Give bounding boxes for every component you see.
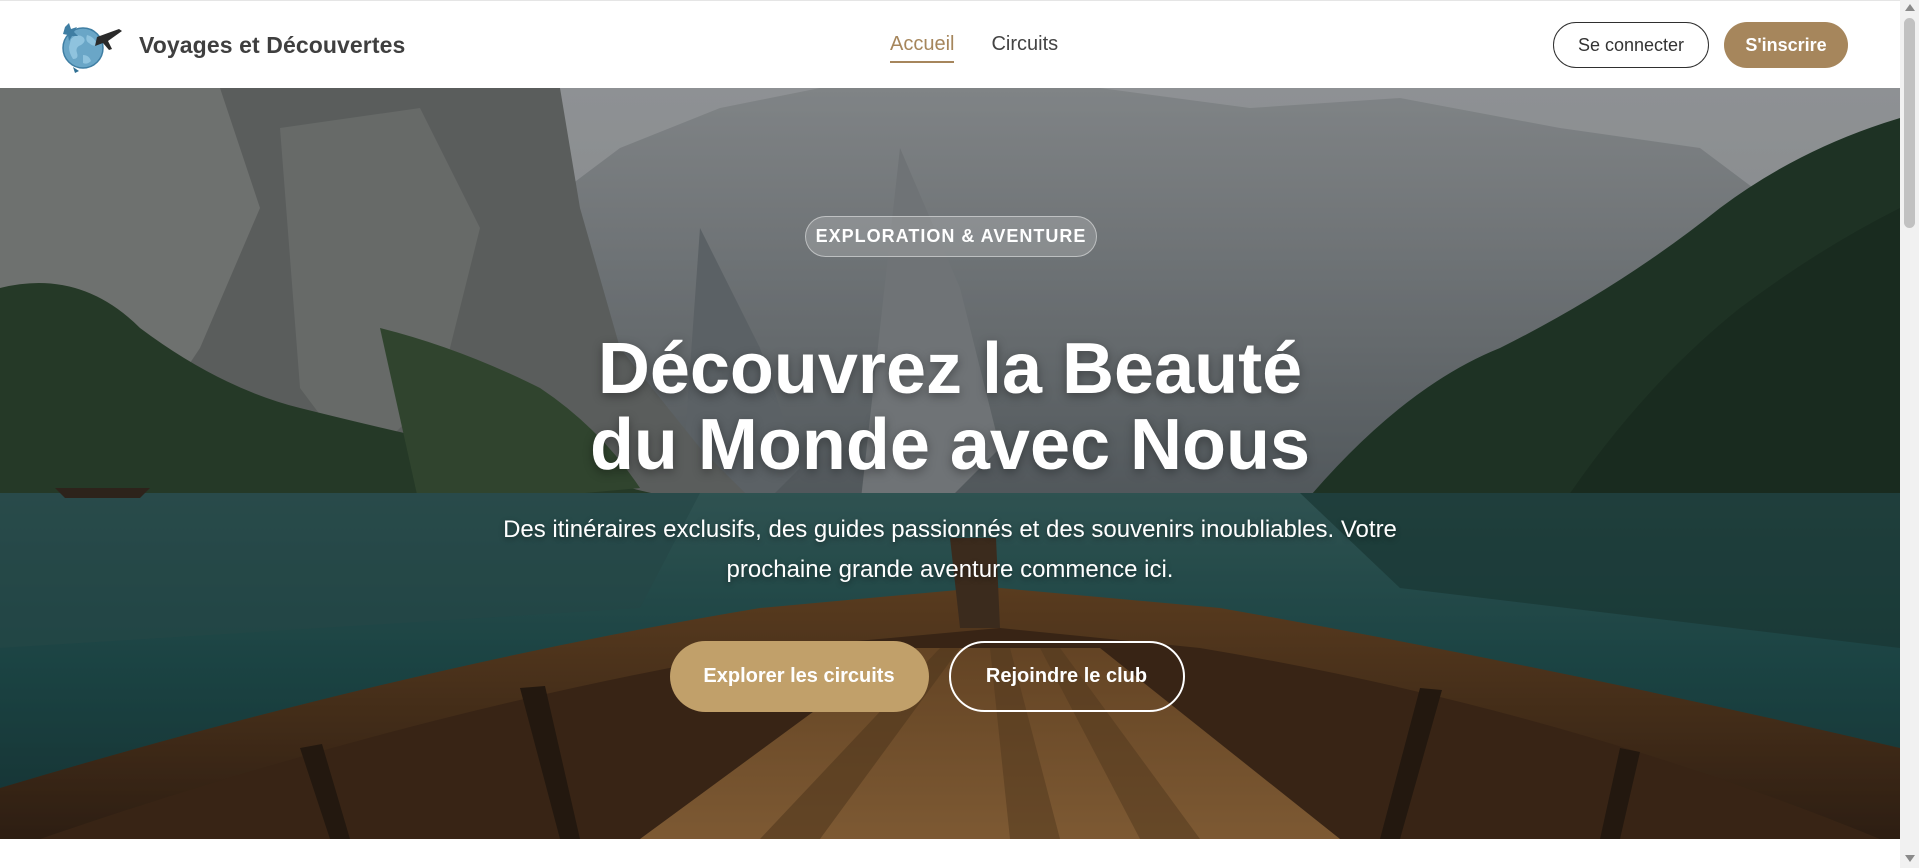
next-section-edge	[0, 839, 1900, 868]
hero-title: Découvrez la Beauté du Monde avec Nous	[0, 331, 1900, 483]
nav-item-accueil[interactable]: Accueil	[890, 33, 955, 63]
hero-title-line-2: du Monde avec Nous	[589, 405, 1311, 485]
main-nav: Accueil Circuits	[890, 33, 1058, 63]
scroll-down-arrow-icon[interactable]	[1905, 855, 1915, 862]
page: Voyages et Découvertes Accueil Circuits …	[0, 0, 1919, 868]
join-club-button[interactable]: Rejoindre le club	[948, 641, 1185, 712]
explore-circuits-button[interactable]: Explorer les circuits	[669, 641, 929, 712]
hero-title-line-1: Découvrez la Beauté	[597, 329, 1303, 409]
login-button[interactable]: Se connecter	[1553, 22, 1709, 68]
globe-airplane-logo-icon	[62, 23, 122, 73]
hero-content: EXPLORATION & AVENTURE Découvrez la Beau…	[0, 88, 1900, 839]
nav-item-circuits[interactable]: Circuits	[991, 33, 1058, 63]
hero-section: EXPLORATION & AVENTURE Découvrez la Beau…	[0, 88, 1900, 839]
hero-badge: EXPLORATION & AVENTURE	[805, 216, 1097, 257]
scroll-up-arrow-icon[interactable]	[1905, 4, 1915, 11]
signup-button[interactable]: S'inscrire	[1724, 22, 1848, 68]
scroll-thumb[interactable]	[1904, 18, 1915, 228]
brand-name: Voyages et Découvertes	[139, 31, 406, 58]
site-header: Voyages et Découvertes Accueil Circuits …	[0, 0, 1900, 88]
auth-buttons: Se connecter S'inscrire	[1553, 22, 1848, 68]
hero-actions: Explorer les circuits Rejoindre le club	[0, 641, 1900, 712]
hero-subtitle: Des itinéraires exclusifs, des guides pa…	[503, 516, 1397, 583]
brand-link[interactable]: Voyages et Découvertes	[53, 15, 405, 75]
page-scrollbar[interactable]	[1900, 0, 1919, 868]
